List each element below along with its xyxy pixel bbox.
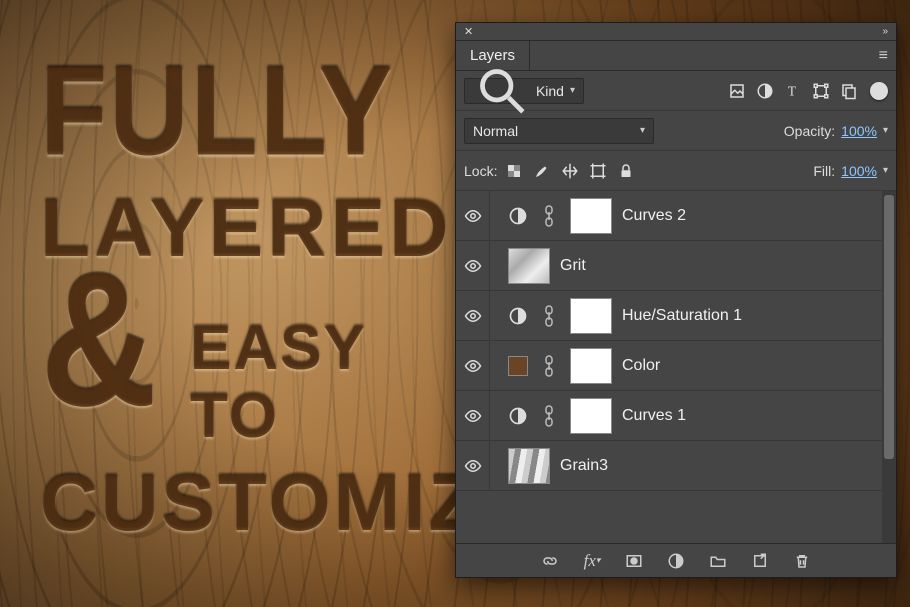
layer-row[interactable]: Grit [456, 241, 896, 291]
filter-kind-select[interactable]: Kind ▾ [464, 78, 584, 104]
mask-link-icon[interactable] [538, 301, 560, 331]
layer-mask-thumbnail[interactable] [570, 298, 612, 334]
visibility-toggle[interactable] [456, 191, 490, 240]
engraved-text-ampersand: & [40, 250, 158, 431]
layer-name[interactable]: Hue/Saturation 1 [622, 307, 742, 325]
svg-text:T: T [788, 83, 797, 98]
chevron-down-icon[interactable]: ▾ [883, 125, 888, 136]
blend-mode-select[interactable]: Normal ▾ [464, 118, 654, 144]
filter-type-icon[interactable]: T [782, 80, 804, 102]
layer-style-icon[interactable]: fx▾ [582, 551, 602, 571]
filter-smartobject-icon[interactable] [838, 80, 860, 102]
filter-row: Kind ▾ T [456, 71, 896, 111]
new-adjustment-icon[interactable] [666, 551, 686, 571]
layers-panel: ✕ » Layers ≡ Kind ▾ T Normal ▾ Opacity: … [455, 22, 897, 578]
lock-paint-icon[interactable] [531, 160, 553, 182]
layer-mask-thumbnail[interactable] [570, 198, 612, 234]
delete-layer-icon[interactable] [792, 551, 812, 571]
layer-mask-thumbnail[interactable] [570, 348, 612, 384]
fill-label: Fill: [813, 163, 835, 179]
layer-row[interactable]: Grain3 [456, 441, 896, 491]
collapse-icon[interactable]: » [878, 26, 892, 37]
new-layer-icon[interactable] [750, 551, 770, 571]
engraved-text-fully: FULLY [40, 52, 394, 172]
layer-name[interactable]: Grit [560, 257, 586, 275]
opacity-value[interactable]: 100% [841, 123, 877, 139]
close-icon[interactable]: ✕ [460, 25, 477, 38]
layer-name[interactable]: Color [622, 357, 660, 375]
solid-fill-icon [508, 356, 528, 376]
engraved-text-easy: EASY [190, 320, 367, 379]
filter-shape-icon[interactable] [810, 80, 832, 102]
lock-label: Lock: [464, 163, 497, 179]
visibility-toggle[interactable] [456, 341, 490, 390]
layer-body: Curves 2 [490, 198, 878, 234]
engraved-text-to: TO [190, 388, 279, 447]
layer-thumbnail[interactable] [508, 448, 550, 484]
layer-row[interactable]: Curves 2 [456, 191, 896, 241]
layer-body: Grain3 [490, 448, 878, 484]
visibility-toggle[interactable] [456, 291, 490, 340]
chevron-down-icon: ▾ [640, 125, 645, 136]
link-layers-icon[interactable] [540, 551, 560, 571]
layer-name[interactable]: Curves 1 [622, 407, 686, 425]
layer-body: Color [490, 348, 878, 384]
adjustment-icon [508, 406, 528, 426]
lock-all-icon[interactable] [615, 160, 637, 182]
lock-transparency-icon[interactable] [503, 160, 525, 182]
visibility-toggle[interactable] [456, 391, 490, 440]
layer-thumbnail[interactable] [508, 248, 550, 284]
scrollbar[interactable] [882, 191, 896, 543]
layer-body: Grit [490, 248, 878, 284]
layer-row[interactable]: Hue/Saturation 1 [456, 291, 896, 341]
layers-list: Curves 2 Grit Hue/Saturation 1 Color Curves … [456, 191, 896, 543]
chevron-down-icon: ▾ [570, 85, 575, 96]
blend-mode-value: Normal [473, 123, 518, 139]
chevron-down-icon[interactable]: ▾ [883, 165, 888, 176]
layer-body: Curves 1 [490, 398, 878, 434]
lock-position-icon[interactable] [559, 160, 581, 182]
mask-link-icon[interactable] [538, 401, 560, 431]
adjustment-icon [508, 306, 528, 326]
filter-pixel-icon[interactable] [726, 80, 748, 102]
filter-toggle[interactable] [870, 82, 888, 100]
layer-name[interactable]: Grain3 [560, 457, 608, 475]
layer-body: Hue/Saturation 1 [490, 298, 878, 334]
lock-row: Lock: Fill: 100% ▾ [456, 151, 896, 191]
visibility-toggle[interactable] [456, 441, 490, 490]
mask-link-icon[interactable] [538, 201, 560, 231]
blend-row: Normal ▾ Opacity: 100% ▾ [456, 111, 896, 151]
scrollbar-thumb[interactable] [884, 195, 894, 459]
add-mask-icon[interactable] [624, 551, 644, 571]
layer-row[interactable]: Color [456, 341, 896, 391]
panel-menu-icon[interactable]: ≡ [871, 41, 896, 70]
lock-artboard-icon[interactable] [587, 160, 609, 182]
filter-adjustment-icon[interactable] [754, 80, 776, 102]
layer-name[interactable]: Curves 2 [622, 207, 686, 225]
opacity-label: Opacity: [784, 123, 835, 139]
filter-kind-label: Kind [536, 83, 564, 99]
visibility-toggle[interactable] [456, 241, 490, 290]
adjustment-icon [508, 206, 528, 226]
fill-value[interactable]: 100% [841, 163, 877, 179]
panel-titlebar: ✕ » [456, 23, 896, 41]
new-group-icon[interactable] [708, 551, 728, 571]
layer-mask-thumbnail[interactable] [570, 398, 612, 434]
mask-link-icon[interactable] [538, 351, 560, 381]
layer-row[interactable]: Curves 1 [456, 391, 896, 441]
panel-footer: fx▾ [456, 543, 896, 577]
